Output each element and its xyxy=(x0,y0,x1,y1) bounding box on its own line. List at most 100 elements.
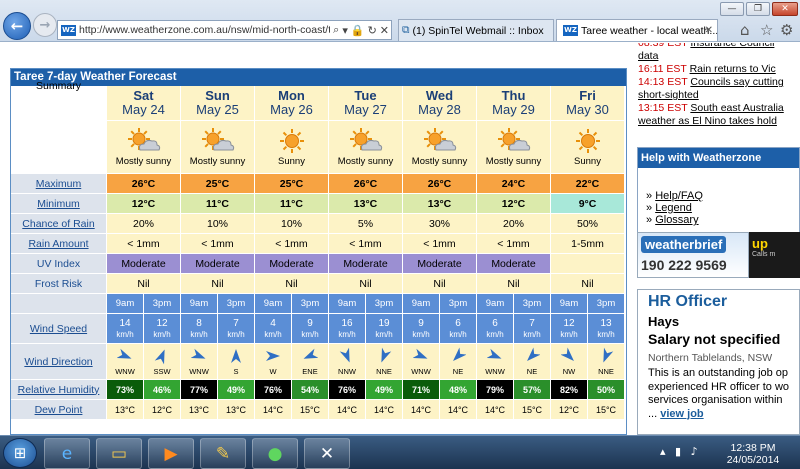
time-slot: 9am xyxy=(551,294,588,314)
row-label-humidity[interactable]: Relative Humidity xyxy=(11,380,107,400)
news-headline[interactable]: Councils say cutting xyxy=(690,76,783,88)
row-label-uv: UV Index xyxy=(11,254,107,274)
day-date: May 27 xyxy=(344,102,387,117)
humidity: 79% xyxy=(477,380,514,400)
forecast-title: Taree 7-day Weather Forecast xyxy=(11,69,626,86)
wind-speed-unit: km/h xyxy=(597,329,615,339)
row-label-dew[interactable]: Dew Point xyxy=(11,400,107,420)
taskbar-clock[interactable]: 12:38 PM 24/05/2014 xyxy=(718,442,788,466)
wind-speed-unit: km/h xyxy=(264,329,282,339)
news-headline-cont[interactable]: weather as El Nino takes hold xyxy=(638,115,800,128)
news-item[interactable]: 08:39 EST Insurance Council xyxy=(638,43,800,50)
row-label-max[interactable]: Maximum xyxy=(11,174,107,194)
frost-risk: Nil xyxy=(329,274,403,294)
media-player-icon[interactable]: ▶ xyxy=(148,438,194,469)
tab-spintel-webmail[interactable]: ⧉ (1) SpinTel Webmail :: Inbox xyxy=(398,19,554,41)
settings-gear-icon[interactable]: ⚙ xyxy=(780,21,793,39)
uv-index: Moderate xyxy=(107,254,181,274)
day-name: Mon xyxy=(278,88,305,103)
wind-speed: 4 km/h xyxy=(255,314,292,344)
news-headline[interactable]: Rain returns to Vic xyxy=(690,63,776,75)
rain-chance: 10% xyxy=(181,214,255,234)
max-temp: 26°C xyxy=(329,174,403,194)
news-item[interactable]: 14:13 EST Councils say cutting xyxy=(638,76,800,89)
home-icon[interactable]: ⌂ xyxy=(740,21,750,39)
tab-taree-weather[interactable]: WZ Taree weather - local weath... ✕ xyxy=(556,19,718,41)
news-headline[interactable]: Insurance Council xyxy=(690,43,774,49)
wind-speed: 13 km/h xyxy=(588,314,625,344)
glossary-link[interactable]: Glossary xyxy=(655,214,698,226)
news-time: 13:15 EST xyxy=(638,102,688,114)
wind-direction-text: WNW xyxy=(411,367,431,376)
max-temp: 22°C xyxy=(551,174,625,194)
day-summary: Sunny xyxy=(255,121,329,174)
legend-link[interactable]: Legend xyxy=(655,202,692,214)
wind-direction-text: NNE xyxy=(598,367,614,376)
dew-point: 15°C xyxy=(514,400,551,420)
summary-text: Sunny xyxy=(278,155,305,167)
row-label-wind-speed[interactable]: Wind Speed xyxy=(11,314,107,344)
wind-arrow-icon xyxy=(450,347,467,367)
humidity: 46% xyxy=(144,380,181,400)
close-tab-icon[interactable]: ✕ xyxy=(705,25,713,36)
stop-icon[interactable]: ✕ xyxy=(380,24,389,37)
news-headline-cont[interactable]: data xyxy=(638,50,800,63)
search-icon[interactable]: ⌕ xyxy=(333,23,339,37)
news-headline-cont[interactable]: short-sighted xyxy=(638,89,800,102)
wind-direction-text: S xyxy=(233,367,239,376)
favorites-star-icon[interactable]: ☆ xyxy=(760,21,773,39)
close-window-button[interactable]: ✕ xyxy=(772,2,798,16)
row-label-wind-dir[interactable]: Wind Direction xyxy=(11,344,107,380)
row-label-rain-amount[interactable]: Rain Amount xyxy=(11,234,107,254)
rain-chance: 50% xyxy=(551,214,625,234)
dew-point: 15°C xyxy=(292,400,329,420)
wind-direction: WNW xyxy=(477,344,514,380)
row-label-rain-chance[interactable]: Chance of Rain xyxy=(11,214,107,234)
wind-speed-unit: km/h xyxy=(375,329,393,339)
time-slot: 9am xyxy=(107,294,144,314)
view-job-link[interactable]: view job xyxy=(660,408,703,420)
news-item[interactable]: 13:15 EST South east Australia xyxy=(638,102,800,115)
internet-explorer-icon[interactable]: e xyxy=(44,438,90,469)
news-item[interactable]: 16:11 EST Rain returns to Vic xyxy=(638,63,800,76)
time-slot: 3pm xyxy=(366,294,403,314)
day-date: May 29 xyxy=(492,102,535,117)
dew-point: 14°C xyxy=(440,400,477,420)
news-headline[interactable]: South east Australia xyxy=(690,102,783,114)
uv-index: Moderate xyxy=(329,254,403,274)
row-label-summary: Summary xyxy=(11,80,107,92)
job-ad[interactable]: HR Officer Hays Salary not specified Nor… xyxy=(637,289,800,435)
address-bar[interactable]: WZ http://www.weatherzone.com.au/nsw/mid… xyxy=(57,20,392,40)
system-tray[interactable]: ▴ ▮ ♪ xyxy=(660,445,701,458)
wind-direction: SSW xyxy=(144,344,181,380)
green-app-icon[interactable]: ● xyxy=(252,438,298,469)
help-faq-link[interactable]: Help/FAQ xyxy=(655,190,703,202)
job-title: HR Officer xyxy=(648,293,728,310)
tools-app-icon[interactable]: ✕ xyxy=(304,438,350,469)
wind-speed: 12 km/h xyxy=(144,314,181,344)
weatherzone-tab-icon: WZ xyxy=(563,25,578,36)
back-button[interactable]: ← xyxy=(3,12,31,40)
weatherbrief-ad[interactable]: weatherbrief 190 222 9569 up Calls m xyxy=(637,232,800,278)
wind-direction-text: ENE xyxy=(302,367,318,376)
start-button[interactable]: ⊞ xyxy=(3,438,37,468)
rain-amount: < 1mm xyxy=(329,234,403,254)
job-company: Hays xyxy=(648,314,680,329)
row-label-min[interactable]: Minimum xyxy=(11,194,107,214)
wind-speed: 19 km/h xyxy=(366,314,403,344)
frost-risk: Nil xyxy=(181,274,255,294)
dew-point: 14°C xyxy=(366,400,403,420)
dropdown-icon[interactable]: ▾ xyxy=(342,24,348,37)
wind-speed-unit: km/h xyxy=(301,329,319,339)
wind-direction: S xyxy=(218,344,255,380)
wind-arrow-icon xyxy=(560,347,577,367)
maximize-button[interactable]: ❐ xyxy=(746,2,770,16)
paint-icon[interactable]: ✎ xyxy=(200,438,246,469)
min-temp: 12°C xyxy=(107,194,181,214)
wind-speed-unit: km/h xyxy=(190,329,208,339)
minimize-button[interactable]: — xyxy=(720,2,744,16)
refresh-icon[interactable]: ↻ xyxy=(368,24,377,37)
file-explorer-icon[interactable]: ▭ xyxy=(96,438,142,469)
dew-point: 13°C xyxy=(218,400,255,420)
forward-button[interactable]: → xyxy=(33,13,57,37)
